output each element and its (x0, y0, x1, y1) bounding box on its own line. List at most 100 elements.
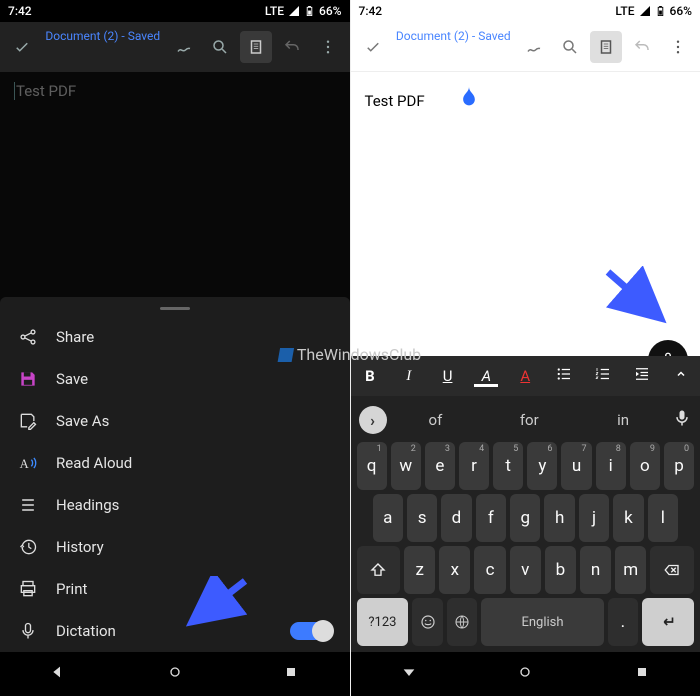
status-battery: 66% (670, 4, 692, 18)
status-time: 7:42 (8, 4, 32, 18)
menu-print[interactable]: Print (0, 568, 350, 610)
menu-label: History (56, 538, 104, 556)
key-p[interactable]: p0 (664, 442, 694, 490)
reading-view-button[interactable] (240, 31, 272, 63)
key-o[interactable]: o9 (630, 442, 660, 490)
status-net: LTE (615, 4, 634, 18)
watermark: TheWindowsClub (279, 345, 421, 364)
undo-button[interactable] (276, 31, 308, 63)
app-header: Document (2) - Saved (0, 22, 350, 72)
android-navbar (351, 652, 700, 696)
key-r[interactable]: r4 (459, 442, 489, 490)
key-x[interactable]: x (439, 546, 470, 594)
menu-read-aloud[interactable]: A Read Aloud (0, 442, 350, 484)
toolbar-expand-icon[interactable] (665, 365, 697, 387)
key-a[interactable]: a (373, 494, 403, 542)
enter-key[interactable] (642, 598, 694, 646)
key-k[interactable]: k (613, 494, 643, 542)
cursor-handle-icon[interactable] (462, 86, 476, 106)
shift-key[interactable] (357, 546, 401, 594)
key-d[interactable]: d (441, 494, 471, 542)
key-y[interactable]: y6 (527, 442, 557, 490)
done-button[interactable] (6, 31, 38, 63)
menu-headings[interactable]: Headings (0, 484, 350, 526)
soft-keyboard: › of for in q1w2e3r4t5y6u7i8o9p0 asdfghj… (351, 396, 700, 652)
nav-back[interactable] (401, 664, 417, 684)
more-button[interactable] (312, 31, 344, 63)
backspace-key[interactable] (650, 546, 694, 594)
search-button[interactable] (554, 31, 586, 63)
numbered-button[interactable] (587, 365, 619, 387)
menu-save[interactable]: Save (0, 358, 350, 400)
key-j[interactable]: j (579, 494, 609, 542)
draw-button[interactable] (518, 31, 550, 63)
period-key[interactable]: . (608, 598, 639, 646)
emoji-key[interactable] (412, 598, 443, 646)
document-title[interactable]: Document (2) - Saved (393, 29, 515, 43)
key-row-4: ?123 English . (355, 596, 697, 648)
menu-label: Save (56, 370, 88, 388)
key-h[interactable]: h (544, 494, 574, 542)
nav-home[interactable] (517, 664, 533, 684)
lang-key[interactable] (447, 598, 478, 646)
key-l[interactable]: l (648, 494, 678, 542)
suggestion-2[interactable]: for (484, 411, 574, 429)
draw-button[interactable] (168, 31, 200, 63)
indent-button[interactable] (626, 365, 658, 387)
dictation-toggle[interactable] (290, 622, 332, 640)
key-q[interactable]: q1 (357, 442, 387, 490)
share-icon (18, 327, 38, 347)
save-icon (18, 369, 38, 389)
underline-button[interactable]: U (432, 367, 464, 385)
key-c[interactable]: c (474, 546, 505, 594)
key-e[interactable]: e3 (425, 442, 455, 490)
svg-text:A: A (20, 457, 29, 471)
key-f[interactable]: f (476, 494, 506, 542)
key-i[interactable]: i8 (596, 442, 626, 490)
key-g[interactable]: g (510, 494, 540, 542)
suggestion-1[interactable]: of (391, 411, 481, 429)
bold-button[interactable]: B (354, 367, 386, 385)
read-aloud-icon: A (18, 453, 38, 473)
suggestion-expand[interactable]: › (359, 406, 387, 434)
reading-view-button[interactable] (590, 31, 622, 63)
menu-history[interactable]: History (0, 526, 350, 568)
key-n[interactable]: n (580, 546, 611, 594)
status-battery: 66% (319, 4, 341, 18)
symbols-key[interactable]: ?123 (357, 598, 409, 646)
key-w[interactable]: w2 (391, 442, 421, 490)
bullets-button[interactable] (548, 365, 580, 387)
key-v[interactable]: v (510, 546, 541, 594)
app-header: Document (2) - Saved (351, 22, 700, 72)
space-key[interactable]: English (481, 598, 603, 646)
key-z[interactable]: z (404, 546, 435, 594)
font-color-button[interactable]: A (509, 367, 541, 385)
search-button[interactable] (204, 31, 236, 63)
menu-label: Read Aloud (56, 454, 132, 472)
suggestion-3[interactable]: in (578, 411, 668, 429)
nav-recent[interactable] (283, 664, 299, 684)
nav-home[interactable] (167, 664, 183, 684)
status-bar: 7:42 LTE 66% (0, 0, 350, 22)
sheet-handle[interactable] (160, 307, 190, 310)
highlight-button[interactable]: A (470, 367, 502, 385)
key-m[interactable]: m (615, 546, 646, 594)
italic-button[interactable]: I (393, 368, 425, 385)
key-b[interactable]: b (545, 546, 576, 594)
more-button[interactable] (662, 31, 694, 63)
keyboard-mic-icon[interactable] (672, 408, 692, 432)
battery-icon (304, 4, 315, 18)
nav-recent[interactable] (634, 664, 650, 684)
key-t[interactable]: t5 (493, 442, 523, 490)
key-row-1: q1w2e3r4t5y6u7i8o9p0 (355, 440, 697, 492)
menu-dictation[interactable]: Dictation (0, 610, 350, 652)
key-u[interactable]: u7 (561, 442, 591, 490)
menu-save-as[interactable]: Save As (0, 400, 350, 442)
key-s[interactable]: s (407, 494, 437, 542)
document-title[interactable]: Document (2) - Saved (42, 29, 164, 43)
status-time: 7:42 (359, 4, 383, 18)
nav-back[interactable] (50, 664, 66, 684)
android-navbar (0, 652, 350, 696)
undo-button[interactable] (626, 31, 658, 63)
done-button[interactable] (357, 31, 389, 63)
